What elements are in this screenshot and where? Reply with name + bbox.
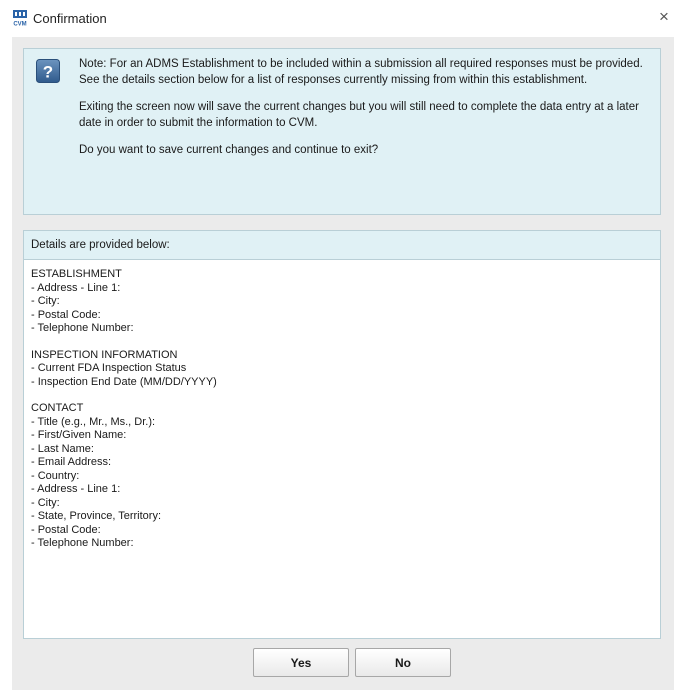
missing-field: - First/Given Name:: [31, 429, 127, 441]
note-paragraph: Do you want to save current changes and …: [79, 144, 379, 156]
missing-field: - Title (e.g., Mr., Ms., Dr.):: [31, 415, 156, 428]
missing-field: - Current FDA Inspection Status: [31, 362, 187, 374]
button-row: Yes No: [12, 648, 674, 680]
question-icon: ?: [36, 59, 60, 83]
missing-field: - Telephone Number:: [31, 537, 134, 549]
no-button[interactable]: No: [355, 648, 451, 677]
details-list: ESTABLISHMENT - Address - Line 1: - City…: [24, 260, 660, 559]
details-panel[interactable]: Details are provided below: ESTABLISHMEN…: [23, 230, 661, 639]
close-icon: ×: [659, 7, 669, 26]
missing-field: - Last Name:: [31, 442, 94, 455]
note-message: Note: For an ADMS Establishment to be in…: [79, 57, 654, 171]
note-paragraph: Exiting the screen now will save the cur…: [79, 101, 639, 129]
missing-field: - Email Address:: [31, 456, 112, 468]
note-panel: ? Note: For an ADMS Establishment to be …: [23, 48, 661, 215]
window-title: Confirmation: [33, 11, 107, 26]
missing-field: - Address - Line 1:: [31, 483, 121, 495]
missing-field: - State, Province, Territory:: [31, 510, 162, 522]
dialog-content: ? Note: For an ADMS Establishment to be …: [12, 37, 674, 690]
yes-button[interactable]: Yes: [253, 648, 349, 677]
missing-field: - Inspection End Date (MM/DD/YYYY): [31, 375, 217, 388]
svg-text:CVM: CVM: [13, 22, 26, 28]
details-section-inspection: INSPECTION INFORMATION - Current FDA Ins…: [31, 349, 653, 390]
missing-field: - Country:: [31, 469, 80, 482]
missing-field: - Telephone Number:: [31, 322, 134, 334]
note-paragraph: Note: For an ADMS Establishment to be in…: [79, 58, 643, 86]
section-title: CONTACT: [31, 402, 84, 414]
svg-text:?: ?: [43, 63, 53, 82]
details-section-contact: CONTACT - Title (e.g., Mr., Ms., Dr.): -…: [31, 402, 653, 551]
close-button[interactable]: ×: [653, 6, 675, 28]
missing-field: - City:: [31, 496, 60, 509]
section-title: INSPECTION INFORMATION: [31, 348, 178, 361]
section-title: ESTABLISHMENT: [31, 268, 122, 280]
missing-field: - Address - Line 1:: [31, 281, 121, 294]
details-header: Details are provided below:: [24, 231, 660, 260]
adms-cvm-icon: CVM: [12, 10, 28, 27]
missing-field: - Postal Code:: [31, 308, 101, 321]
missing-field: - Postal Code:: [31, 523, 101, 536]
missing-field: - City:: [31, 295, 60, 307]
details-section-establishment: ESTABLISHMENT - Address - Line 1: - City…: [31, 268, 653, 336]
title-bar: CVM Confirmation ×: [0, 0, 683, 37]
